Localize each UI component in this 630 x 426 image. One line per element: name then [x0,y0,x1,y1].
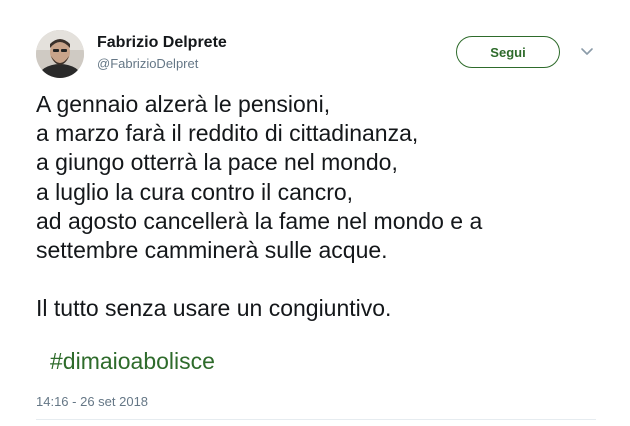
follow-button[interactable]: Segui [456,36,560,68]
divider [36,419,596,420]
tweet-text-line: a marzo farà il reddito di cittadinanza, [36,120,419,147]
hashtag-link[interactable]: #dimaioabolisce [50,348,215,375]
tweet-menu-button[interactable] [578,44,596,58]
tweet-timestamp[interactable]: 14:16 - 26 set 2018 [36,394,148,409]
tweet-text-line: Il tutto senza usare un congiuntivo. [36,295,392,322]
author-name[interactable]: Fabrizio Delprete [97,34,227,52]
author-avatar[interactable] [36,30,84,78]
tweet-text: A gennaio alzerà le pensioni, a marzo fa… [36,90,616,324]
tweet-card: Fabrizio Delprete @FabrizioDelpret Segui… [0,0,630,426]
chevron-down-icon [581,48,593,55]
tweet-text-line: a luglio la cura contro il cancro, [36,178,354,205]
tweet-text-line: ad agosto cancellerà la fame nel mondo e… [36,207,483,234]
user-avatar-icon [36,30,84,78]
author-handle[interactable]: @FabrizioDelpret [97,56,198,71]
tweet-text-line: settembre camminerà sulle acque. [36,236,388,263]
tweet-text-line: A gennaio alzerà le pensioni, [36,91,331,117]
tweet-text-line: a giungo otterrà la pace nel mondo, [36,149,398,176]
